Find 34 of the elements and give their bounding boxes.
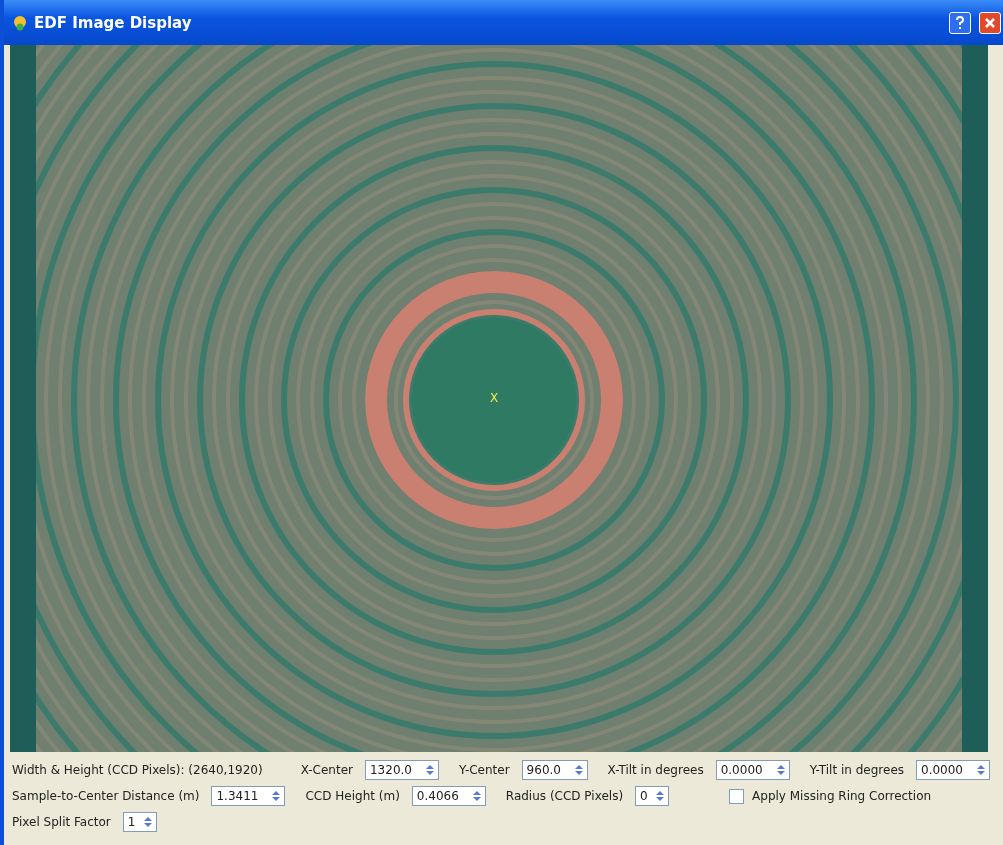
spin-arrows-icon[interactable] xyxy=(425,763,435,777)
center-marker: X xyxy=(490,391,499,405)
spin-box[interactable]: 960.0 xyxy=(521,760,588,780)
field-label: Sample-to-Center Distance (m) xyxy=(12,789,200,803)
spin-box[interactable]: 1 xyxy=(122,812,157,832)
spin-box[interactable]: 0 xyxy=(635,786,670,806)
spin-arrows-icon[interactable] xyxy=(573,763,584,777)
app-icon xyxy=(12,14,28,31)
field-label: CCD Height (m) xyxy=(305,789,400,803)
spin-arrows-icon[interactable] xyxy=(471,789,482,803)
help-button[interactable] xyxy=(949,11,971,34)
spin-box[interactable]: 1320.0 xyxy=(365,760,439,780)
checkbox-label: Apply Missing Ring Correction xyxy=(752,789,932,803)
field-label: Radius (CCD Pixels) xyxy=(505,789,624,803)
spin-arrows-icon[interactable] xyxy=(655,789,666,803)
field-label: Y-Center xyxy=(459,763,510,777)
spin-box[interactable]: 0.4066 xyxy=(411,786,486,806)
close-icon xyxy=(984,16,996,29)
spin-arrows-icon[interactable] xyxy=(976,763,986,777)
spin-box[interactable]: 1.3411 xyxy=(211,786,286,806)
spin-box[interactable]: 0.0000 xyxy=(916,760,990,780)
field-label: X-Center xyxy=(300,763,353,777)
spin-arrows-icon[interactable] xyxy=(271,789,282,803)
window-title: EDF Image Display xyxy=(34,13,193,32)
spin-arrows-icon[interactable] xyxy=(775,763,786,777)
field-label: X-Tilt in degrees xyxy=(607,763,704,777)
field-label: Y-Tilt in degrees xyxy=(809,763,904,777)
checkbox[interactable] xyxy=(729,788,745,804)
spin-box[interactable]: 0.0000 xyxy=(715,760,790,780)
spin-arrows-icon[interactable] xyxy=(142,815,153,829)
dimensions-label: Width & Height (CCD Pixels): (2640,1920) xyxy=(12,763,263,777)
question-mark-icon xyxy=(955,15,965,30)
close-button[interactable] xyxy=(979,11,1001,34)
field-label: Pixel Split Factor xyxy=(12,815,111,829)
